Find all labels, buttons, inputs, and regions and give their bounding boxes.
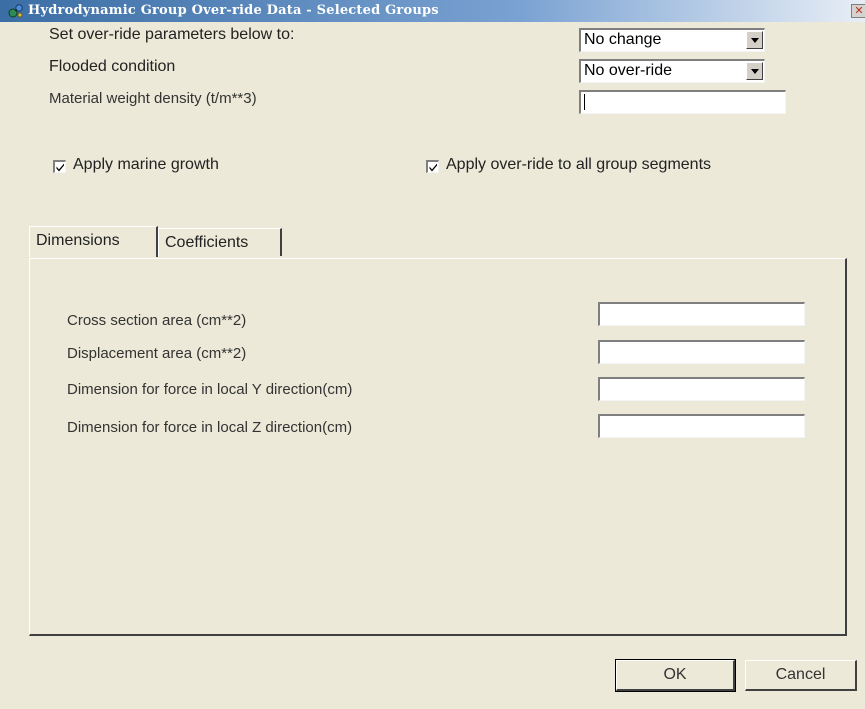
flooded-condition-label: Flooded condition — [49, 58, 176, 75]
checkmark-icon — [56, 163, 64, 172]
close-icon[interactable]: ✕ — [851, 4, 865, 18]
displacement-area-input[interactable] — [598, 340, 805, 364]
chevron-down-icon[interactable] — [746, 62, 763, 80]
all-segments-label[interactable]: Apply over-ride to all group segments — [446, 156, 711, 174]
dimensions-panel: Cross section area (cm**2) Displacement … — [29, 258, 847, 636]
material-density-label: Material weight density (t/m**3) — [49, 90, 257, 107]
text-caret — [584, 94, 585, 110]
tab-coefficients[interactable]: Coefficients — [158, 228, 282, 256]
gear-molecule-icon — [8, 3, 24, 19]
marine-growth-label[interactable]: Apply marine growth — [73, 156, 219, 174]
chevron-down-icon[interactable] — [746, 31, 763, 49]
window-title: Hydrodynamic Group Over-ride Data - Sele… — [28, 3, 439, 18]
marine-growth-checkbox[interactable] — [53, 160, 66, 173]
dimension-z-label: Dimension for force in local Z direction… — [67, 419, 353, 436]
title-bar[interactable]: Hydrodynamic Group Over-ride Data - Sele… — [0, 0, 865, 22]
ok-button[interactable]: OK — [615, 659, 736, 692]
flooded-condition-dropdown[interactable]: No over-ride — [579, 59, 765, 83]
set-override-value: No change — [584, 31, 662, 48]
dimension-y-input[interactable] — [598, 377, 805, 401]
cancel-button[interactable]: Cancel — [745, 660, 857, 691]
checkmark-icon — [429, 163, 437, 172]
all-segments-checkbox[interactable] — [426, 160, 439, 173]
dimension-y-label: Dimension for force in local Y direction… — [67, 381, 353, 398]
tab-dimensions[interactable]: Dimensions — [29, 226, 158, 257]
dimension-z-input[interactable] — [598, 414, 805, 438]
cross-section-area-input[interactable] — [598, 302, 805, 326]
flooded-condition-value: No over-ride — [584, 62, 673, 79]
material-density-input[interactable] — [579, 90, 786, 114]
displacement-area-label: Displacement area (cm**2) — [67, 345, 247, 362]
cross-section-area-label: Cross section area (cm**2) — [67, 312, 247, 329]
set-override-dropdown[interactable]: No change — [579, 28, 765, 52]
set-override-label: Set over-ride parameters below to: — [49, 26, 295, 43]
